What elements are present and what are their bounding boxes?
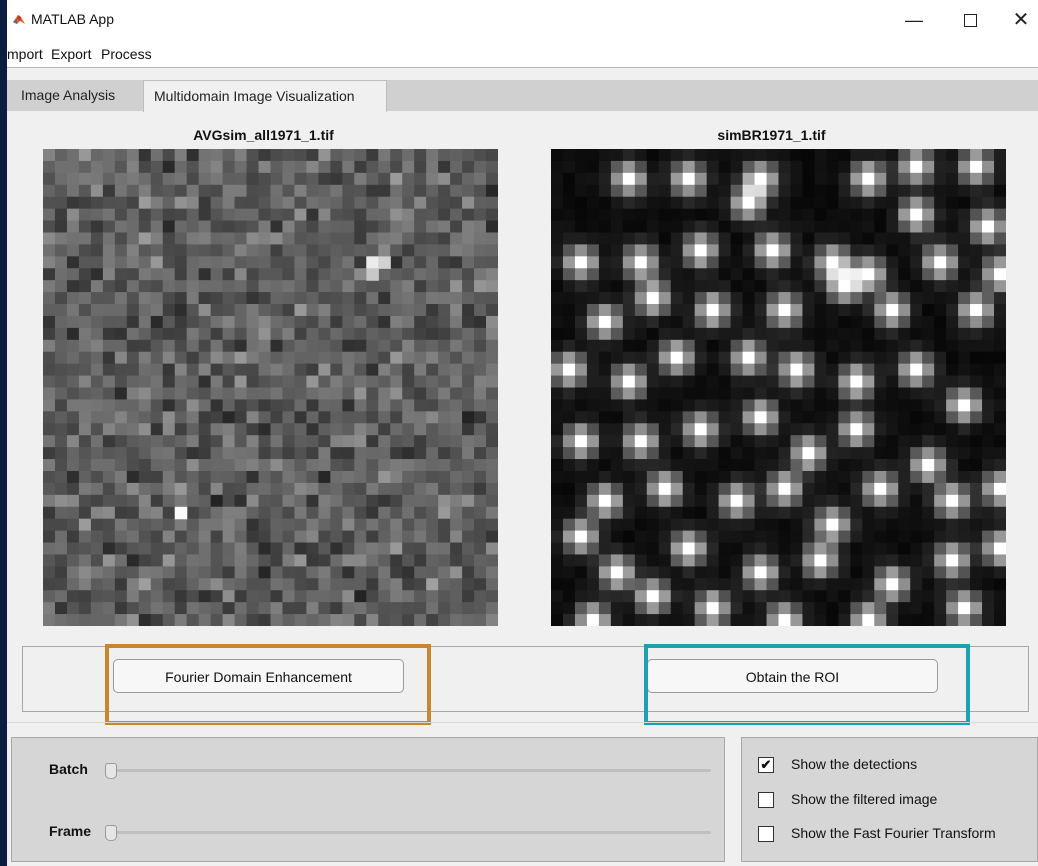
menu-import[interactable]: mport	[7, 46, 43, 62]
divider	[7, 722, 1038, 723]
fourier-highlight-box	[105, 644, 431, 725]
frame-slider-thumb[interactable]	[105, 825, 117, 841]
tab-image-analysis[interactable]: Image Analysis	[11, 80, 137, 110]
frame-label: Frame	[49, 823, 92, 839]
noise-image	[43, 149, 498, 626]
checkbox-box[interactable]: ✔	[758, 757, 774, 773]
batch-slider-thumb[interactable]	[105, 763, 117, 779]
batch-label: Batch	[49, 761, 88, 777]
roi-highlight-box	[644, 644, 970, 725]
display-options-panel: ✔ Show the detections Show the filtered …	[741, 737, 1038, 862]
app-window: MATLAB App — ✕ mport Export Process Imag…	[7, 0, 1038, 866]
checkbox-box[interactable]	[758, 826, 774, 842]
title-bar: MATLAB App — ✕	[7, 0, 1038, 40]
minimize-button[interactable]: —	[894, 6, 934, 34]
spots-image	[551, 149, 1006, 626]
checkbox-box[interactable]	[758, 792, 774, 808]
close-button[interactable]: ✕	[1001, 6, 1038, 34]
frame-slider[interactable]	[105, 825, 711, 841]
menu-bar: mport Export Process	[7, 40, 1038, 68]
left-image-title: AVGsim_all1971_1.tif	[193, 127, 334, 143]
right-image-axes[interactable]	[551, 149, 1006, 626]
maximize-icon	[963, 13, 977, 27]
menu-export[interactable]: Export	[51, 46, 91, 62]
window-title: MATLAB App	[31, 11, 115, 27]
checkbox-label: Show the Fast Fourier Transform	[791, 825, 996, 841]
left-image-axes[interactable]	[43, 149, 498, 626]
checkbox-label: Show the filtered image	[791, 791, 938, 807]
maximize-button[interactable]	[950, 6, 990, 34]
menu-process[interactable]: Process	[101, 46, 152, 62]
tab-multidomain-visualization[interactable]: Multidomain Image Visualization	[143, 80, 387, 112]
right-image-title: simBR1971_1.tif	[717, 127, 826, 143]
batch-slider[interactable]	[105, 763, 711, 779]
matlab-icon	[13, 15, 25, 24]
checkbox-label: Show the detections	[791, 756, 918, 772]
tab-strip: Image Analysis Multidomain Image Visuali…	[7, 80, 1038, 112]
slider-panel: Batch Frame	[11, 737, 725, 862]
